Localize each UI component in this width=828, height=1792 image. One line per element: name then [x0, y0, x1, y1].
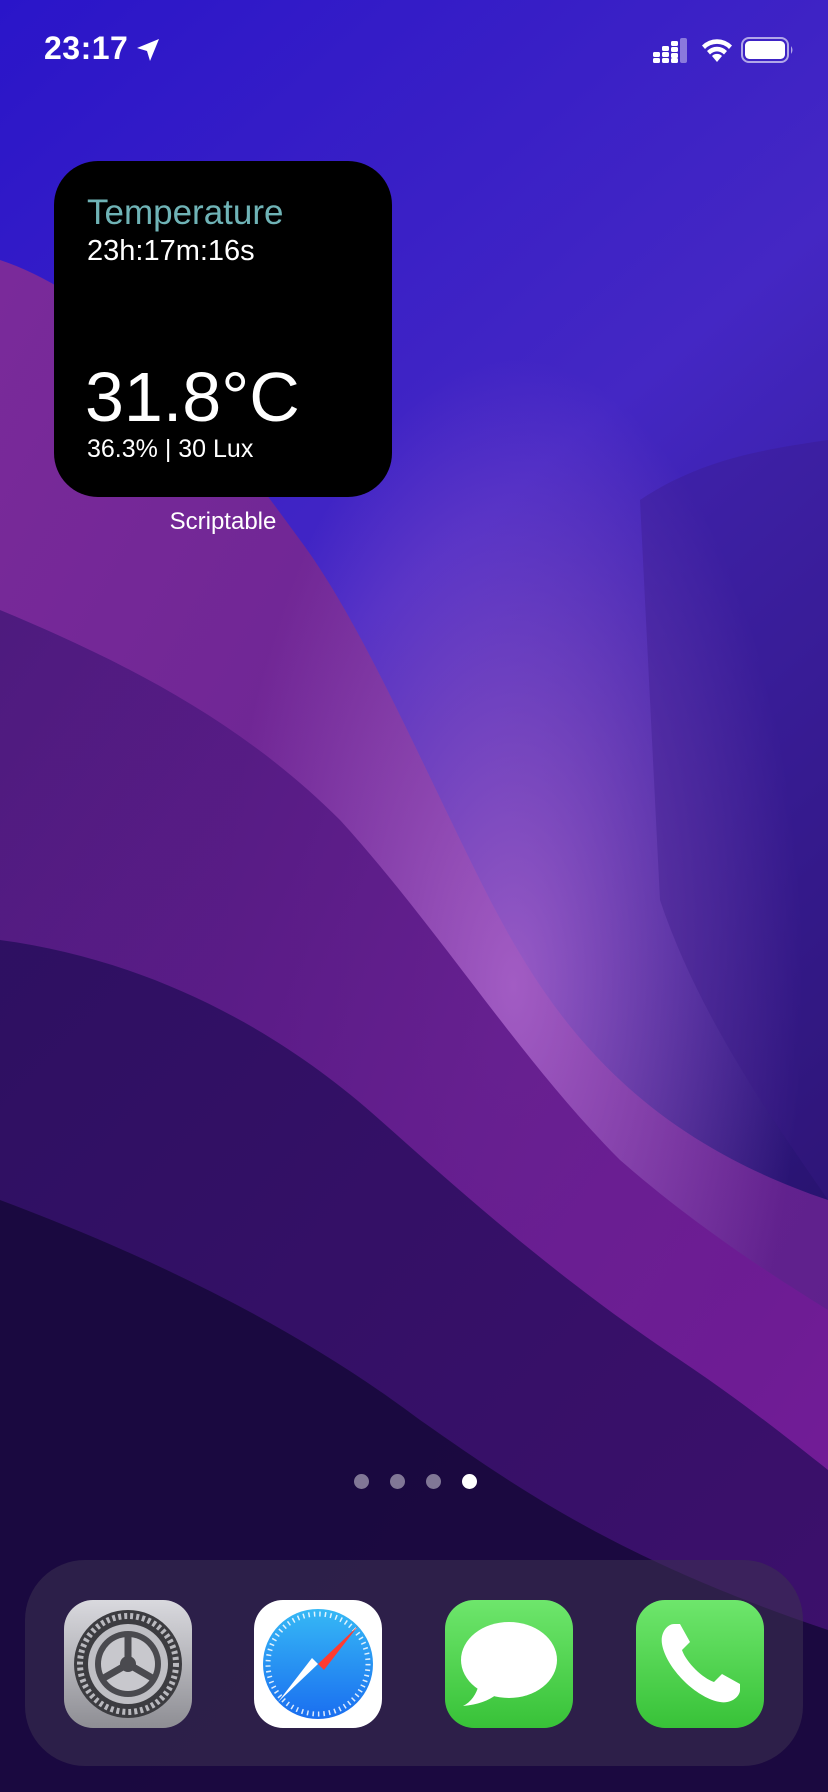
widget-title: Temperature [87, 193, 284, 232]
settings-icon [64, 1600, 192, 1728]
messages-icon [445, 1600, 573, 1728]
page-indicator[interactable] [0, 1474, 828, 1492]
home-screen: 23:17 Temperature 23h:17m:16s 31.8°C 36.… [0, 0, 828, 1792]
phone-icon [636, 1600, 764, 1728]
page-dot-3[interactable] [426, 1474, 441, 1489]
settings-app[interactable] [64, 1600, 192, 1728]
status-time: 23:17 [44, 30, 129, 66]
page-dot-4[interactable] [462, 1474, 477, 1489]
location-arrow-icon [137, 39, 159, 61]
scriptable-widget[interactable]: Temperature 23h:17m:16s 31.8°C 36.3% | 3… [54, 161, 392, 497]
battery-icon [741, 37, 793, 63]
safari-icon [254, 1600, 382, 1728]
wifi-icon [702, 39, 732, 62]
dock [25, 1560, 803, 1766]
phone-app[interactable] [636, 1600, 764, 1728]
cellular-signal-icon [653, 38, 687, 63]
widget-temperature: 31.8°C [85, 358, 300, 436]
widget-details: 36.3% | 30 Lux [87, 435, 254, 463]
safari-app[interactable] [254, 1600, 382, 1728]
widget-app-label: Scriptable [169, 508, 277, 535]
page-dot-2[interactable] [390, 1474, 405, 1489]
status-bar: 23:17 [0, 0, 828, 100]
messages-app[interactable] [445, 1600, 573, 1728]
widget-time: 23h:17m:16s [87, 235, 255, 267]
page-dot-1[interactable] [354, 1474, 369, 1489]
